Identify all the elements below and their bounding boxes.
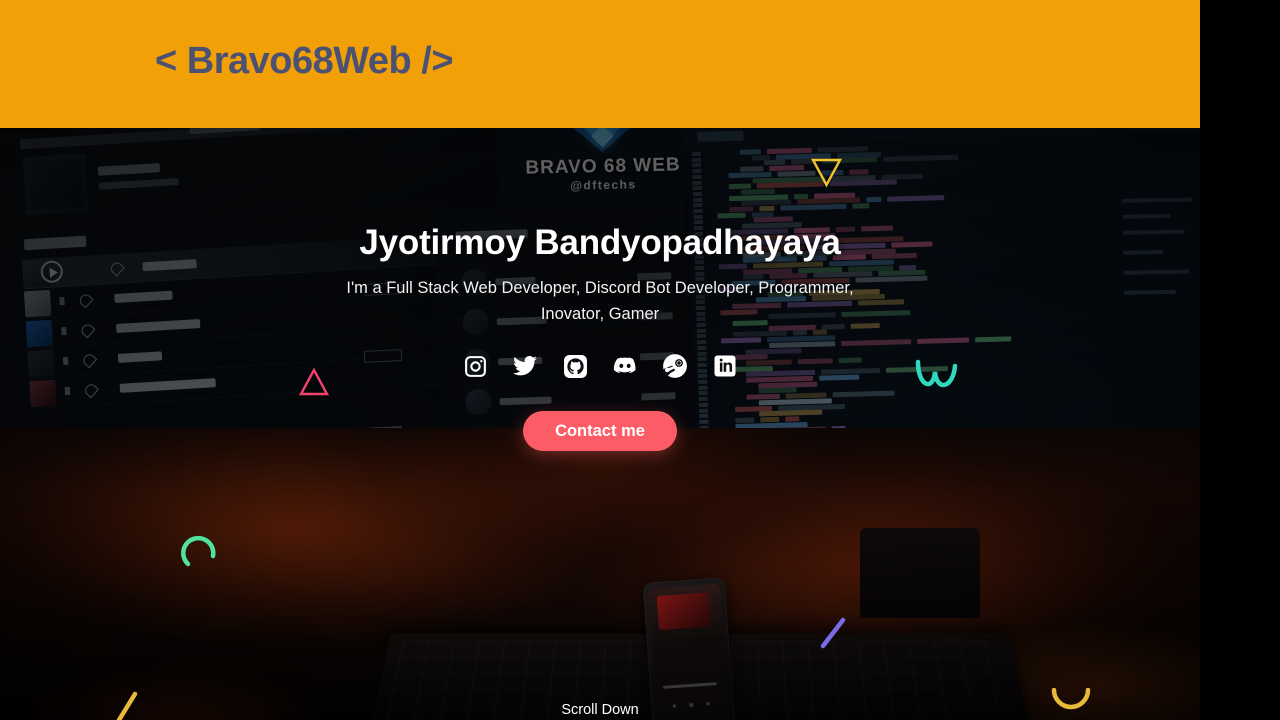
site-header: < Bravo68Web /> — [0, 0, 1200, 128]
hero-section: 2XXX — [0, 128, 1200, 720]
contact-me-button[interactable]: Contact me — [523, 411, 677, 451]
social-link-instagram[interactable] — [462, 353, 488, 379]
linkedin-icon — [714, 355, 736, 377]
hero-content: Jyotirmoy Bandyopadhayaya I'm a Full Sta… — [0, 128, 1200, 720]
instagram-icon — [464, 355, 486, 377]
twitter-icon — [513, 355, 537, 376]
social-link-steam[interactable] — [662, 353, 688, 379]
social-link-twitter[interactable] — [512, 353, 538, 379]
social-links — [0, 353, 1200, 379]
page-title: Jyotirmoy Bandyopadhayaya — [359, 223, 841, 262]
content-column: < Bravo68Web /> Jyotirmoy Bandyopadhayay… — [0, 0, 1200, 720]
page-root: < Bravo68Web /> Jyotirmoy Bandyopadhayay… — [0, 0, 1280, 720]
social-link-linkedin[interactable] — [712, 353, 738, 379]
scroll-down-hint[interactable]: Scroll Down — [0, 702, 1200, 718]
github-icon — [563, 354, 587, 378]
steam-icon — [662, 354, 687, 378]
social-link-discord[interactable] — [612, 353, 638, 379]
social-link-github[interactable] — [562, 353, 588, 379]
discord-icon — [613, 357, 636, 374]
brand-logo[interactable]: < Bravo68Web /> — [155, 40, 454, 83]
hero-subtitle: I'm a Full Stack Web Developer, Discord … — [346, 279, 854, 324]
